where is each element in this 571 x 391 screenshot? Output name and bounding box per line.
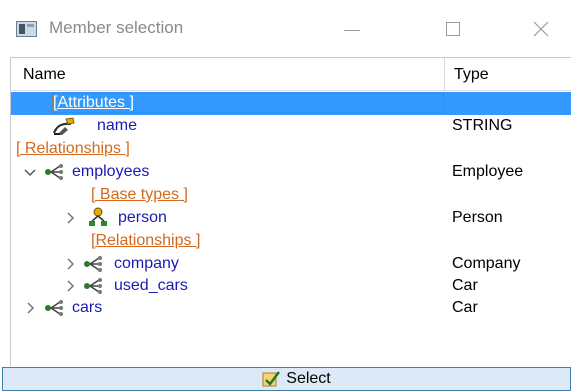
relationship-icon — [44, 298, 66, 318]
tree-row-type: Person — [452, 209, 503, 226]
chevron-down-icon[interactable] — [23, 164, 37, 180]
close-button[interactable] — [518, 12, 564, 46]
tree-row-relationships-group[interactable]: [Relationships ] — [11, 230, 571, 253]
tree-row-used-cars[interactable]: used_cars Car — [11, 275, 571, 298]
tree-row-cars[interactable]: cars Car — [11, 297, 571, 320]
relationship-icon — [83, 276, 105, 296]
select-check-icon — [262, 370, 281, 388]
tree-row-company[interactable]: company Company — [11, 253, 571, 276]
select-button[interactable]: Select — [2, 367, 571, 391]
maximize-button[interactable] — [430, 12, 476, 46]
tree-row-relationships-group[interactable]: [ Relationships ] — [11, 138, 571, 161]
tree-row-type: Car — [452, 299, 478, 316]
tree-row-person[interactable]: person Person — [11, 207, 571, 230]
chevron-right-icon[interactable] — [63, 256, 77, 272]
minimize-button[interactable] — [329, 12, 375, 46]
tree-row-label: company — [114, 255, 179, 272]
column-header-type[interactable]: Type — [445, 58, 571, 91]
attribute-icon — [51, 115, 79, 137]
tree-row-label: [ Relationships ] — [16, 140, 130, 157]
window-title: Member selection — [49, 18, 184, 37]
relationship-icon — [83, 254, 105, 274]
tree-row-label: name — [97, 117, 138, 134]
tree-row-label: employees — [72, 163, 150, 180]
relationship-icon — [44, 162, 66, 182]
tree-row-label: [ Base types ] — [91, 186, 188, 203]
tree-row-label: used_cars — [114, 277, 188, 294]
tree-row-label: person — [118, 209, 167, 226]
tree-row-base-types-group[interactable]: [ Base types ] — [11, 184, 571, 207]
chevron-right-icon[interactable] — [63, 210, 77, 226]
column-header-name[interactable]: Name — [11, 58, 445, 91]
tree-row-type: Company — [452, 255, 521, 272]
tree-row-employees[interactable]: employees Employee — [11, 161, 571, 184]
tree-row-label: [Attributes ] — [53, 94, 134, 111]
minimize-icon — [344, 29, 360, 31]
tree-row-label: cars — [72, 299, 103, 316]
tree-row-name[interactable]: name STRING — [11, 115, 571, 138]
title-bar: Member selection — [0, 0, 571, 57]
maximize-icon — [446, 22, 460, 36]
tree-row-attributes-group[interactable]: [Attributes ] — [11, 92, 571, 115]
tree-row-type: Employee — [452, 163, 524, 180]
chevron-right-icon[interactable] — [23, 300, 37, 316]
tree-row-type: Car — [452, 277, 478, 294]
member-tree-table[interactable]: Name Type [Attributes ] name STRING [ Re… — [10, 57, 571, 366]
close-icon — [533, 21, 549, 37]
select-button-label: Select — [286, 370, 331, 387]
base-type-icon — [87, 207, 109, 229]
tree-row-type: STRING — [452, 117, 513, 134]
tree-row-label: [Relationships ] — [91, 232, 201, 249]
chevron-right-icon[interactable] — [63, 278, 77, 294]
app-window-icon — [16, 21, 37, 37]
